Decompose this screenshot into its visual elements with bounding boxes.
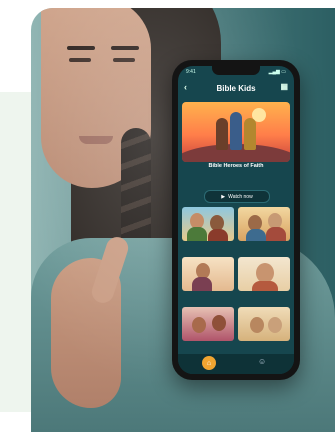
character-body [252, 281, 278, 291]
episode-thumbnail [238, 207, 290, 241]
episode-caption [182, 343, 234, 351]
episode-thumbnail [238, 257, 290, 291]
episode-tile[interactable] [182, 207, 234, 253]
hero-description [186, 175, 286, 189]
play-icon: ▶ [221, 193, 226, 200]
watch-now-button[interactable]: ▶ Watch now [204, 190, 270, 203]
app-title: Bible Kids [216, 83, 256, 93]
figure [216, 118, 228, 150]
phone-screen: 9:41 ▂▄▆ ▭ ‹ Bible Kids ▦ Bible Heroes o… [178, 66, 294, 374]
episode-tile[interactable] [182, 307, 234, 353]
app-header: ‹ Bible Kids ▦ [178, 78, 294, 98]
character-head [256, 263, 274, 283]
episode-tile[interactable] [182, 257, 234, 303]
episode-grid [182, 207, 290, 355]
figure [230, 112, 242, 150]
character-body [187, 227, 207, 241]
figure [244, 118, 256, 150]
grid-icon[interactable]: ▦ [280, 82, 288, 91]
smartphone: 9:41 ▂▄▆ ▭ ‹ Bible Kids ▦ Bible Heroes o… [172, 60, 300, 380]
status-bar: 9:41 ▂▄▆ ▭ [186, 69, 286, 77]
episode-thumbnail [182, 207, 234, 241]
bottom-nav: ⌂ ☺ [178, 354, 294, 374]
status-time: 9:41 [186, 69, 196, 75]
episode-caption [238, 243, 290, 251]
episode-caption [182, 293, 234, 301]
chevron-left-icon[interactable]: ‹ [184, 82, 187, 92]
episode-tile[interactable] [238, 207, 290, 253]
episode-caption [238, 343, 290, 351]
character-head [268, 317, 282, 333]
character-head [250, 317, 264, 333]
hero-image[interactable] [182, 102, 290, 162]
episode-tile[interactable] [238, 307, 290, 353]
episode-caption [182, 243, 234, 251]
user-icon[interactable]: ☺ [258, 357, 266, 366]
episode-thumbnail [238, 307, 290, 341]
episode-caption [238, 293, 290, 301]
watch-now-label: Watch now [228, 193, 253, 200]
character-head [192, 317, 206, 333]
character-body [192, 277, 212, 291]
hero-title: Bible Heroes of Faith [208, 163, 264, 169]
character-body [246, 229, 266, 241]
character-body [266, 227, 286, 241]
character-body [208, 229, 228, 241]
home-icon[interactable]: ⌂ [202, 356, 216, 370]
episode-thumbnail [182, 307, 234, 341]
character-head [212, 315, 226, 331]
episode-thumbnail [182, 257, 234, 291]
episode-tile[interactable] [238, 257, 290, 303]
status-icons: ▂▄▆ ▭ [268, 69, 286, 75]
